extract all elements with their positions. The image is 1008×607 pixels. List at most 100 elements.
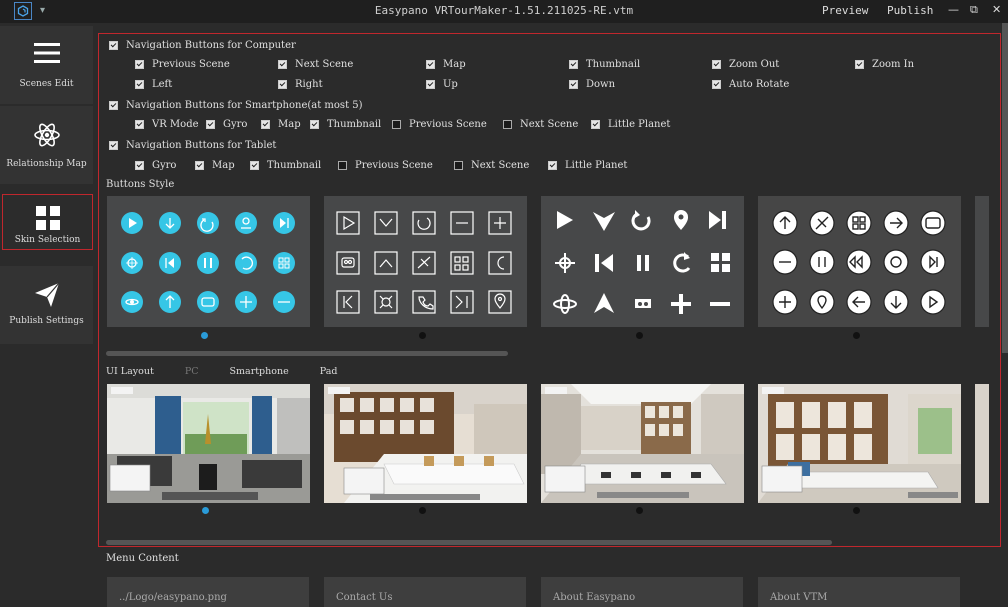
- checkbox-box[interactable]: [278, 80, 287, 89]
- checkbox-box[interactable]: [426, 60, 435, 69]
- checkbox-box[interactable]: [135, 80, 144, 89]
- checkbox-label: Previous Scene: [152, 59, 230, 70]
- checkbox-tablet-thumbnail[interactable]: Thumbnail: [250, 160, 321, 171]
- sidebar-item-skin-selection[interactable]: Skin Selection: [2, 194, 93, 250]
- sidebar-item-label: Skin Selection: [14, 235, 81, 245]
- checkbox-box[interactable]: [712, 60, 721, 69]
- checkbox-box[interactable]: [569, 80, 578, 89]
- checkbox-computer-next-scene[interactable]: Next Scene: [278, 59, 353, 70]
- checkbox-tablet-previous-scene[interactable]: Previous Scene: [338, 160, 433, 171]
- tab-pc[interactable]: PC: [185, 366, 199, 377]
- checkbox-box[interactable]: [591, 120, 600, 129]
- minimize-icon[interactable]: —: [948, 3, 959, 16]
- tab-smartphone[interactable]: Smartphone: [230, 366, 289, 377]
- scene-image: [541, 384, 744, 503]
- button-style-panel-5-partial[interactable]: [975, 196, 989, 327]
- checkbox-box[interactable]: [109, 141, 118, 150]
- checkbox-box[interactable]: [426, 80, 435, 89]
- restore-icon[interactable]: ⧉: [970, 3, 978, 17]
- checkbox-tablet-nav[interactable]: Navigation Buttons for Tablet: [109, 140, 276, 151]
- checkbox-smartphone-map[interactable]: Map: [261, 119, 301, 130]
- checkbox-smartphone-vr-mode[interactable]: VR Mode: [135, 119, 199, 130]
- checkbox-computer-down[interactable]: Down: [569, 79, 615, 90]
- sidebar-item-relationship-map[interactable]: Relationship Map: [0, 106, 93, 184]
- checkbox-computer-zoom-out[interactable]: Zoom Out: [712, 59, 779, 70]
- menu-card-about-easypano[interactable]: About Easypano: [541, 577, 743, 607]
- button-style-panel-4[interactable]: [758, 196, 961, 339]
- checkbox-box[interactable]: [392, 120, 401, 129]
- checkbox-computer-auto-rotate[interactable]: Auto Rotate: [712, 79, 789, 90]
- close-icon[interactable]: ✕: [992, 3, 1001, 16]
- checkbox-label: Thumbnail: [267, 160, 322, 171]
- ui-layout-scrollbar[interactable]: [106, 540, 832, 545]
- checkbox-box[interactable]: [712, 80, 721, 89]
- button-style-panel-1[interactable]: [107, 196, 310, 339]
- checkbox-box[interactable]: [250, 161, 259, 170]
- checkbox-box[interactable]: [135, 60, 144, 69]
- checkbox-box[interactable]: [109, 101, 118, 110]
- checkbox-box[interactable]: [135, 161, 144, 170]
- scene-image: [758, 384, 961, 503]
- checkbox-computer-map[interactable]: Map: [426, 59, 466, 70]
- checkbox-box[interactable]: [135, 120, 144, 129]
- buttons-style-scrollbar[interactable]: [106, 351, 508, 356]
- checkbox-computer-zoom-in[interactable]: Zoom In: [855, 59, 914, 70]
- layout-thumbnail-3[interactable]: [541, 384, 744, 503]
- checkbox-label: Gyro: [152, 160, 177, 171]
- checkbox-box[interactable]: [109, 41, 118, 50]
- checkbox-computer-left[interactable]: Left: [135, 79, 172, 90]
- menu-card-text: About Easypano: [553, 592, 636, 603]
- checkbox-smartphone-nav[interactable]: Navigation Buttons for Smartphone(at mos…: [109, 100, 363, 111]
- checkbox-label: Right: [295, 79, 323, 90]
- sidebar-item-publish-settings[interactable]: Publish Settings: [0, 266, 93, 344]
- tab-pad[interactable]: Pad: [320, 366, 338, 377]
- checkbox-tablet-gyro[interactable]: Gyro: [135, 160, 176, 171]
- checkbox-box[interactable]: [338, 161, 347, 170]
- checkbox-box[interactable]: [206, 120, 215, 129]
- button-style-panel-2[interactable]: [324, 196, 527, 339]
- checkbox-computer-nav[interactable]: Navigation Buttons for Computer: [109, 40, 296, 51]
- menu-card-logo[interactable]: ../Logo/easypano.png: [107, 577, 309, 607]
- checkbox-label: Down: [586, 79, 616, 90]
- checkbox-smartphone-little-planet[interactable]: Little Planet: [591, 119, 670, 130]
- checkbox-smartphone-thumbnail[interactable]: Thumbnail: [310, 119, 381, 130]
- sidebar-item-scenes-edit[interactable]: Scenes Edit: [0, 26, 93, 104]
- checkbox-tablet-little-planet[interactable]: Little Planet: [548, 160, 627, 171]
- style-1-icons: [121, 212, 295, 313]
- checkbox-box[interactable]: [261, 120, 270, 129]
- checkbox-label: Little Planet: [608, 119, 671, 130]
- checkbox-box[interactable]: [569, 60, 578, 69]
- checkbox-box[interactable]: [503, 120, 512, 129]
- button-style-panel-3[interactable]: [541, 196, 744, 339]
- checkbox-label: Thumbnail: [586, 59, 641, 70]
- checkbox-box[interactable]: [855, 60, 864, 69]
- selected-layout-dot: [202, 507, 209, 514]
- checkbox-smartphone-previous-scene[interactable]: Previous Scene: [392, 119, 487, 130]
- menu-lines-icon: [0, 42, 93, 64]
- vertical-scrollbar[interactable]: [1002, 23, 1008, 353]
- checkbox-computer-previous-scene[interactable]: Previous Scene: [135, 59, 230, 70]
- layout-dot: [636, 507, 643, 514]
- checkbox-box[interactable]: [454, 161, 463, 170]
- layout-thumbnail-4[interactable]: [758, 384, 961, 503]
- checkbox-tablet-map[interactable]: Map: [195, 160, 235, 171]
- checkbox-smartphone-next-scene[interactable]: Next Scene: [503, 119, 578, 130]
- menu-card-contact-us[interactable]: Contact Us: [324, 577, 526, 607]
- checkbox-box[interactable]: [278, 60, 287, 69]
- checkbox-box[interactable]: [195, 161, 204, 170]
- checkbox-computer-right[interactable]: Right: [278, 79, 323, 90]
- checkbox-tablet-next-scene[interactable]: Next Scene: [454, 160, 529, 171]
- checkbox-computer-up[interactable]: Up: [426, 79, 458, 90]
- menu-card-about-vtm[interactable]: About VTM: [758, 577, 960, 607]
- layout-thumbnail-5-partial[interactable]: [975, 384, 989, 503]
- checkbox-smartphone-gyro[interactable]: Gyro: [206, 119, 247, 130]
- checkbox-box[interactable]: [548, 161, 557, 170]
- checkbox-computer-thumbnail[interactable]: Thumbnail: [569, 59, 640, 70]
- ui-layout-label: UI Layout: [106, 366, 154, 377]
- publish-button[interactable]: Publish: [887, 4, 933, 17]
- checkbox-box[interactable]: [310, 120, 319, 129]
- layout-thumbnail-1[interactable]: [107, 384, 310, 503]
- grid-icon: [3, 205, 92, 231]
- layout-thumbnail-2[interactable]: [324, 384, 527, 503]
- preview-button[interactable]: Preview: [822, 4, 868, 17]
